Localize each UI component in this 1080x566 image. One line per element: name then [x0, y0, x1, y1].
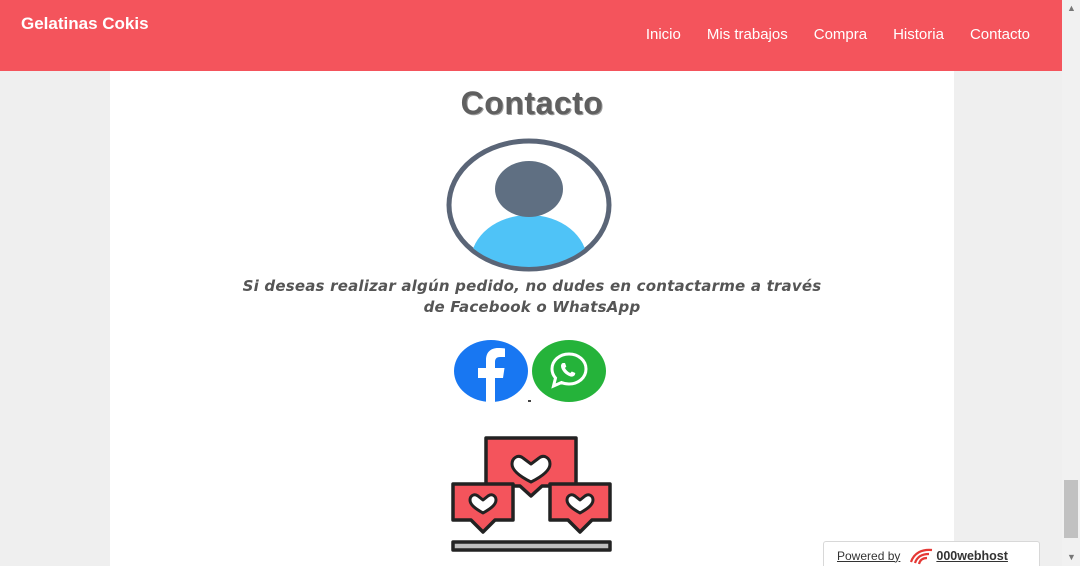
nav-link-compra[interactable]: Compra [814, 26, 867, 43]
page-title: Contacto [460, 85, 604, 121]
brand-link[interactable]: Gelatinas Cokis [21, 14, 149, 34]
powered-by-badge[interactable]: Powered by 000webhost [823, 541, 1040, 566]
hearts-messages-icon [451, 436, 612, 552]
webhost-logo-icon [910, 548, 933, 564]
nav-link-mis-trabajos[interactable]: Mis trabajos [707, 26, 788, 43]
user-avatar-icon [446, 138, 612, 272]
nav-menu: Inicio Mis trabajos Compra Historia Cont… [646, 26, 1030, 43]
scroll-up-arrow-icon[interactable]: ▲ [1067, 3, 1076, 13]
social-links [454, 338, 609, 404]
separator-dot [528, 400, 531, 402]
whatsapp-icon [532, 340, 606, 402]
webhost-name: 000webhost [936, 548, 1008, 563]
nav-link-inicio[interactable]: Inicio [646, 26, 681, 43]
top-navbar: Gelatinas Cokis Inicio Mis trabajos Comp… [0, 0, 1062, 71]
facebook-icon [454, 340, 528, 402]
facebook-link[interactable] [454, 340, 528, 402]
vertical-scrollbar[interactable]: ▲ ▼ [1062, 0, 1080, 566]
content-card: Contacto Si deseas realizar algún pedido… [110, 71, 954, 566]
nav-link-contacto[interactable]: Contacto [970, 26, 1030, 43]
powered-by-text: Powered by [837, 548, 901, 563]
scroll-thumb[interactable] [1064, 480, 1078, 538]
contact-message: Si deseas realizar algún pedido, no dude… [242, 277, 822, 316]
scroll-down-arrow-icon[interactable]: ▼ [1067, 552, 1076, 562]
whatsapp-link[interactable] [532, 340, 606, 402]
nav-link-historia[interactable]: Historia [893, 26, 944, 43]
